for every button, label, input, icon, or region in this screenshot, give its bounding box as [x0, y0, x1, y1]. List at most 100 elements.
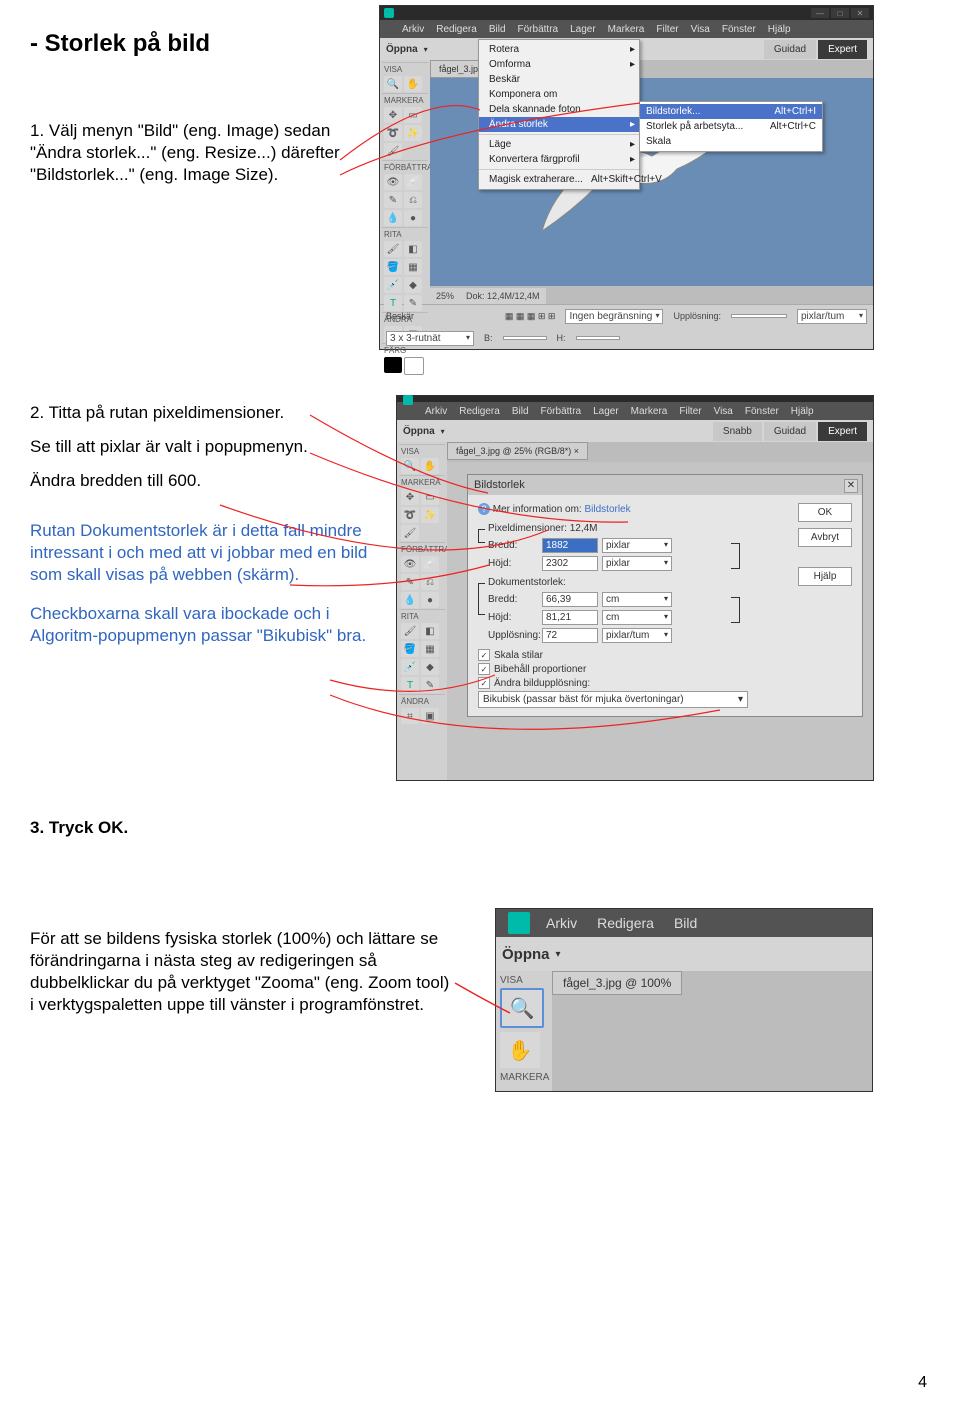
menu-forbattra[interactable]: Förbättra: [518, 24, 559, 35]
open-button[interactable]: Öppna: [386, 44, 418, 55]
lasso-tool-icon[interactable]: ➰: [384, 125, 402, 141]
menu2-hjalp[interactable]: Hjälp: [791, 406, 814, 417]
lasso2-icon[interactable]: ➰: [401, 507, 419, 523]
fg-color-swatch[interactable]: [384, 357, 402, 373]
bound-select[interactable]: Ingen begränsning: [565, 309, 663, 324]
res-unit-dlg[interactable]: pixlar/tum: [602, 628, 672, 643]
close-button[interactable]: ✕: [851, 8, 869, 18]
wand2-icon[interactable]: ✨: [421, 507, 439, 523]
menu-fonster[interactable]: Fönster: [722, 24, 756, 35]
bucket-tool-icon[interactable]: 🪣: [384, 259, 402, 275]
check-proportioner[interactable]: ✓Bibehåll proportioner: [478, 663, 790, 675]
zoom-tool2-icon[interactable]: 🔍: [401, 458, 419, 474]
hjalp-button[interactable]: Hjälp: [798, 567, 852, 586]
redeye2-icon[interactable]: 👁: [401, 556, 419, 572]
docwidth-input[interactable]: 66,39: [542, 592, 598, 607]
clone-tool-icon[interactable]: ⎌: [404, 192, 422, 208]
menu2-fonster[interactable]: Fönster: [745, 406, 779, 417]
menu-item-beskar[interactable]: Beskär: [479, 72, 639, 87]
pencil-tool-icon[interactable]: ✎: [404, 295, 422, 311]
submenu-arbetsyta[interactable]: Storlek på arbetsyta...Alt+Ctrl+C: [640, 119, 822, 134]
height-input[interactable]: 2302: [542, 556, 598, 571]
resolution-unit[interactable]: pixlar/tum: [797, 309, 867, 324]
tab2-guidad[interactable]: Guidad: [764, 422, 816, 441]
menu2-lager[interactable]: Lager: [593, 406, 619, 417]
heal2-icon[interactable]: 🩹: [421, 556, 439, 572]
menu2-redigera[interactable]: Redigera: [459, 406, 500, 417]
check-upplosning[interactable]: ✓Ändra bildupplösning:: [478, 677, 790, 689]
menu2-visa[interactable]: Visa: [714, 406, 733, 417]
eraser-tool-icon[interactable]: ◧: [404, 241, 422, 257]
eyedropper-icon[interactable]: 💉: [384, 277, 402, 293]
brush2-icon[interactable]: 🖌: [401, 623, 419, 639]
blur-tool-icon[interactable]: 💧: [384, 210, 402, 226]
open3-button[interactable]: Öppna: [502, 946, 550, 963]
tab2-expert[interactable]: Expert: [818, 422, 867, 441]
dialog-close[interactable]: ✕: [844, 479, 858, 493]
maximize-button[interactable]: □: [831, 8, 849, 18]
avbryt-button[interactable]: Avbryt: [798, 528, 852, 547]
menu-markera[interactable]: Markera: [608, 24, 645, 35]
width-input[interactable]: 1882: [542, 538, 598, 553]
brush-tool-icon[interactable]: 🖌: [384, 241, 402, 257]
heal-tool-icon[interactable]: 🩹: [404, 174, 422, 190]
marquee2-icon[interactable]: ▭: [421, 489, 439, 505]
menu-bild[interactable]: Bild: [489, 24, 506, 35]
submenu-bildstorlek[interactable]: Bildstorlek...Alt+Ctrl+I: [640, 104, 822, 119]
menu2-markera[interactable]: Markera: [631, 406, 668, 417]
menu2-forbattra[interactable]: Förbättra: [541, 406, 582, 417]
docheight-unit[interactable]: cm: [602, 610, 672, 625]
minimize-button[interactable]: —: [811, 8, 829, 18]
smart2-icon[interactable]: ✎: [401, 574, 419, 590]
smart-brush-icon[interactable]: ✎: [384, 192, 402, 208]
text-tool-icon[interactable]: T: [384, 295, 402, 311]
menu3-bild[interactable]: Bild: [674, 915, 697, 931]
bg-color-swatch[interactable]: [404, 357, 424, 375]
pencil2-icon[interactable]: ✎: [421, 677, 439, 693]
wand-tool-icon[interactable]: ✨: [404, 125, 422, 141]
docheight-input[interactable]: 81,21: [542, 610, 598, 625]
hand-tool-icon[interactable]: ✋: [404, 76, 422, 92]
shape-tool-icon[interactable]: ◆: [404, 277, 422, 293]
sponge-tool-icon[interactable]: ●: [404, 210, 422, 226]
eyedrop2-icon[interactable]: 💉: [401, 659, 419, 675]
zoom-tool-icon[interactable]: 🔍: [384, 76, 402, 92]
tab2-snabb[interactable]: Snabb: [713, 422, 762, 441]
height-unit[interactable]: pixlar: [602, 556, 672, 571]
width-unit[interactable]: pixlar: [602, 538, 672, 553]
tab-expert[interactable]: Expert: [818, 40, 867, 59]
grid-select[interactable]: 3 x 3-rutnät: [386, 331, 474, 346]
docwidth-unit[interactable]: cm: [602, 592, 672, 607]
eraser2-icon[interactable]: ◧: [421, 623, 439, 639]
b-input[interactable]: [503, 336, 547, 340]
menu2-filter[interactable]: Filter: [679, 406, 701, 417]
check-skala[interactable]: ✓Skala stilar: [478, 649, 790, 661]
doc-tab-2[interactable]: fågel_3.jpg @ 25% (RGB/8*) ×: [447, 442, 588, 460]
doc-tab-3[interactable]: fågel_3.jpg @ 100%: [552, 971, 682, 995]
menu2-bild[interactable]: Bild: [512, 406, 529, 417]
redeye-tool-icon[interactable]: 👁: [384, 174, 402, 190]
zoom-tool-3-icon[interactable]: 🔍: [500, 988, 544, 1028]
crop2-icon[interactable]: ⌗: [401, 708, 419, 724]
gradient2-icon[interactable]: ▦: [421, 641, 439, 657]
hand-tool2-icon[interactable]: ✋: [421, 458, 439, 474]
tab-guidad[interactable]: Guidad: [764, 40, 816, 59]
algorithm-select[interactable]: Bikubisk (passar bäst för mjuka övertoni…: [478, 691, 748, 708]
menu-hjalp[interactable]: Hjälp: [768, 24, 791, 35]
more-info-link[interactable]: Bildstorlek: [584, 504, 630, 515]
menu2-arkiv[interactable]: Arkiv: [425, 406, 447, 417]
menu-item-konvertera[interactable]: Konvertera färgprofil▸: [479, 152, 639, 167]
text2-icon[interactable]: T: [401, 677, 419, 693]
qselect2-icon[interactable]: 🖌: [401, 525, 419, 541]
ok-button[interactable]: OK: [798, 503, 852, 522]
menu-lager[interactable]: Lager: [570, 24, 596, 35]
clone2-icon[interactable]: ⎌: [421, 574, 439, 590]
menu-arkiv[interactable]: Arkiv: [402, 24, 424, 35]
quick-select-icon[interactable]: 🖌: [384, 143, 402, 159]
menu-item-rotera[interactable]: Rotera▸: [479, 42, 639, 57]
menu-redigera[interactable]: Redigera: [436, 24, 477, 35]
menu-item-komponera[interactable]: Komponera om: [479, 87, 639, 102]
open2-button[interactable]: Öppna: [403, 426, 435, 437]
marquee-tool-icon[interactable]: ▭: [404, 107, 422, 123]
recompose2-icon[interactable]: ▣: [421, 708, 439, 724]
